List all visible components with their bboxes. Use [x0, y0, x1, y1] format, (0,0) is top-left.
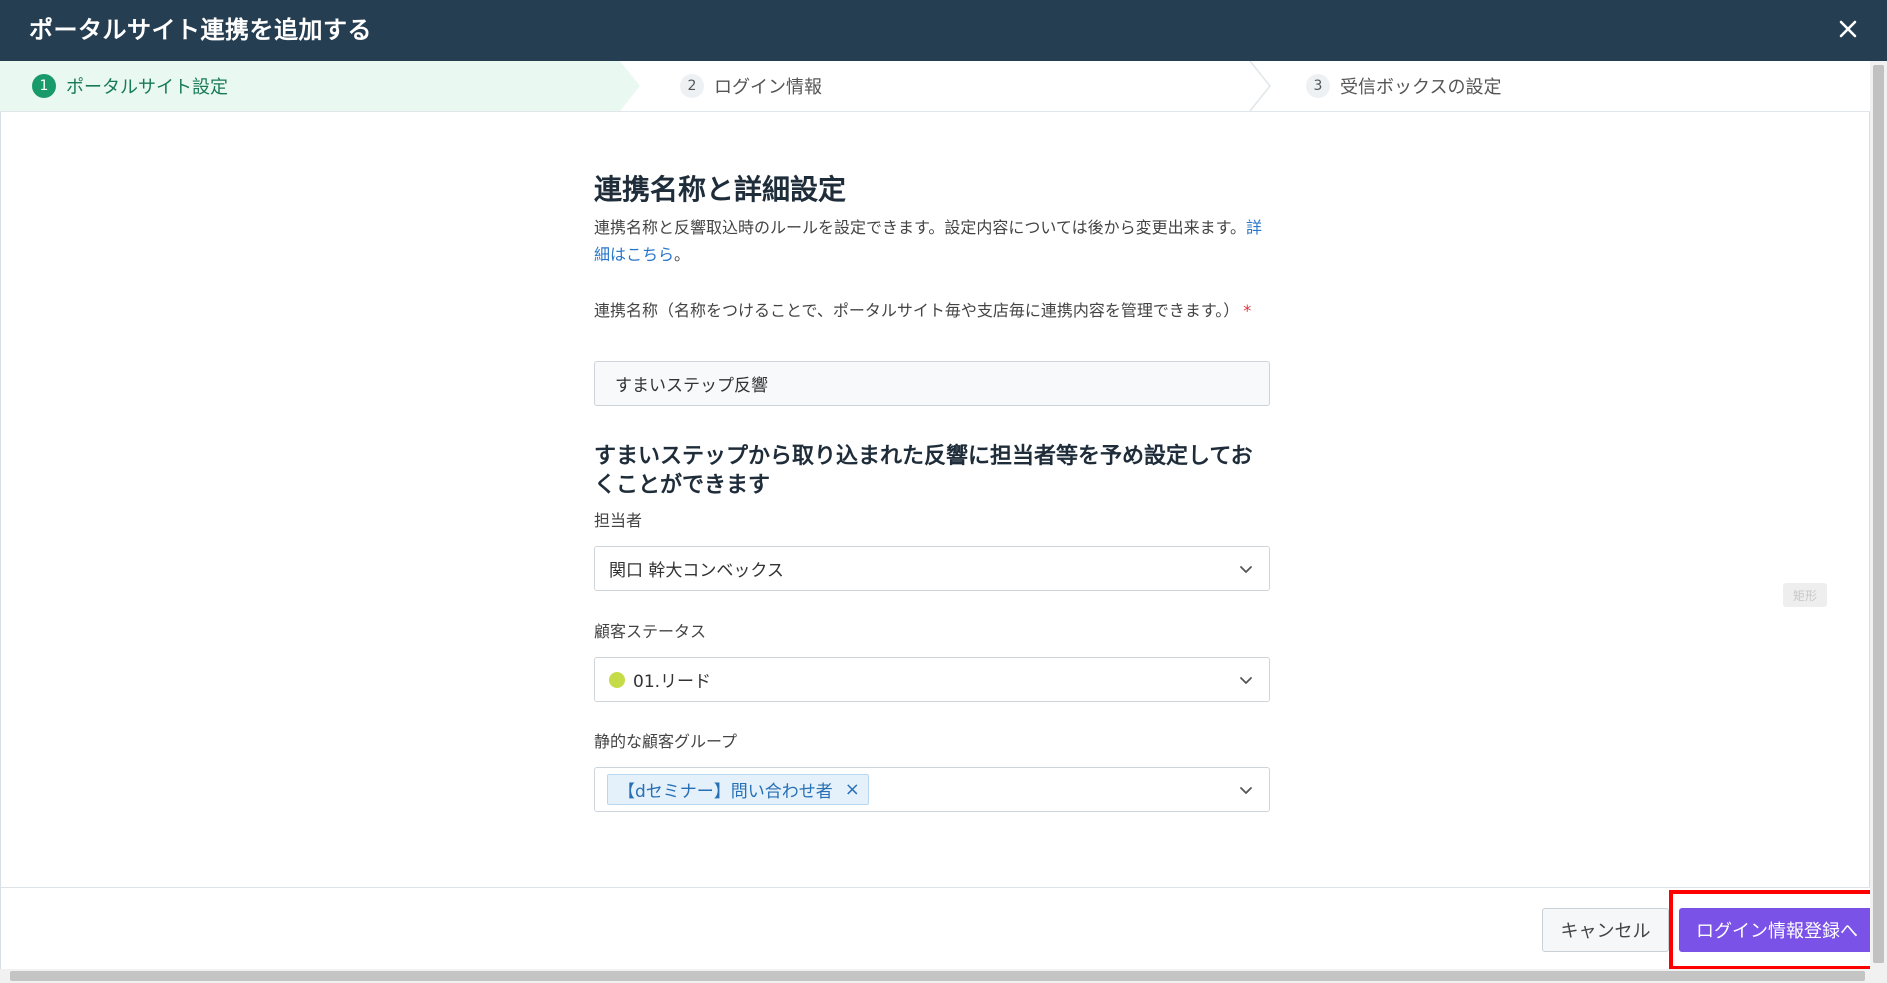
description-text: 連携名称と反響取込時のルールを設定できます。設定内容については後から変更出来ます…	[594, 218, 1247, 237]
step-3-label: 受信ボックスの設定	[1340, 77, 1502, 98]
cancel-button[interactable]: キャンセル	[1542, 908, 1669, 952]
required-mark: *	[1243, 301, 1252, 320]
status-dot-icon	[609, 671, 625, 688]
assignee-select[interactable]: 関口 幹大コンベックス	[594, 546, 1270, 591]
name-label-text: 連携名称（名称をつけることで、ポータルサイト毎や支店毎に連携内容を管理できます。…	[594, 301, 1240, 320]
step-3: 3 受信ボックスの設定	[1306, 61, 1501, 111]
step-1-label: ポータルサイト設定	[66, 77, 228, 98]
status-label: 顧客ステータス	[594, 622, 707, 641]
name-field-label: 連携名称（名称をつけることで、ポータルサイト毎や支店毎に連携内容を管理できます。…	[594, 297, 1270, 324]
step-divider	[1249, 61, 1271, 111]
step-3-number: 3	[1306, 74, 1330, 98]
step-2-label: ログイン情報	[714, 77, 822, 98]
assignee-label: 担当者	[594, 511, 643, 530]
section-title: 連携名称と詳細設定	[594, 173, 847, 206]
status-value: 01.リード	[633, 672, 712, 692]
group-tag: 【dセミナー】問い合わせ者 ×	[607, 774, 869, 805]
step-1-number: 1	[32, 74, 56, 98]
horizontal-scrollbar[interactable]	[0, 969, 1887, 983]
group-select[interactable]: 【dセミナー】問い合わせ者 ×	[594, 767, 1270, 812]
step-2-number: 2	[680, 74, 704, 98]
stepper: 1 ポータルサイト設定 2 ログイン情報 3 受信ボックスの設定	[0, 61, 1870, 112]
vertical-scrollbar[interactable]	[1870, 61, 1887, 969]
horizontal-scrollbar-thumb[interactable]	[10, 971, 1865, 981]
group-tag-label: 【dセミナー】問い合わせ者	[618, 782, 833, 802]
assignee-value: 関口 幹大コンベックス	[609, 561, 784, 581]
preset-heading: すまいステップから取り込まれた反響に担当者等を予め設定しておくことができます	[594, 444, 1253, 498]
chevron-down-icon	[1240, 677, 1252, 684]
step-1: 1 ポータルサイト設定	[32, 61, 228, 111]
chevron-down-icon	[1240, 566, 1252, 573]
description-end: 。	[674, 245, 691, 264]
close-icon[interactable]	[1833, 14, 1863, 44]
floating-badge: 矩形	[1783, 583, 1827, 607]
status-select[interactable]: 01.リード	[594, 657, 1270, 702]
section-description: 連携名称と反響取込時のルールを設定できます。設定内容については後から変更出来ます…	[594, 214, 1270, 268]
next-login-info-button[interactable]: ログイン情報登録へ	[1679, 908, 1875, 952]
integration-name-input[interactable]	[594, 361, 1270, 406]
chevron-down-icon	[1240, 787, 1252, 794]
vertical-scrollbar-thumb[interactable]	[1873, 65, 1884, 963]
group-label: 静的な顧客グループ	[594, 732, 738, 751]
modal-header: ポータルサイト連携を追加する	[0, 0, 1887, 61]
tag-remove-icon[interactable]: ×	[845, 779, 860, 800]
step-2: 2 ログイン情報	[680, 61, 822, 111]
modal-title: ポータルサイト連携を追加する	[29, 16, 372, 44]
